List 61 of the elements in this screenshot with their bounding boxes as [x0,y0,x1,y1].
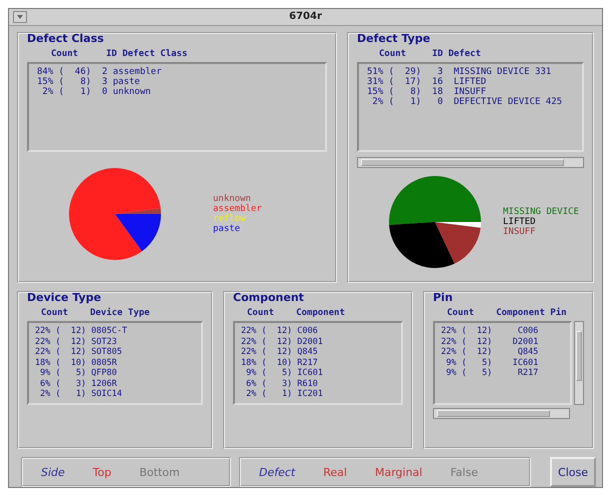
list-box[interactable]: 22% ( 12) C006 22% ( 12) D2001 22% ( 12) Q845 18% ( 10) R217 9% ( 5) IC601 6% ( 3) R610 2% ( 1) IC201 [233,321,403,406]
list-row[interactable]: 18% ( 10) 0805R [35,358,117,368]
panel-title: Pin [433,291,453,304]
list-row[interactable]: 22% ( 12) D2001 [241,336,323,348]
list-row[interactable]: 22% ( 12) Q845 [241,347,318,358]
column-header: Count [41,308,68,318]
list-row[interactable]: 9% ( 5) IC601 [441,358,538,368]
list-row[interactable]: 6% ( 3) 1206R [35,378,117,390]
list-row[interactable]: 22% ( 12) C006 [241,326,318,337]
list-row[interactable]: 22% ( 12) SOT23 [35,336,117,348]
column-header: Count [51,48,78,59]
window-title: 6704r [288,11,323,22]
panel-title: Defect Class [27,32,104,45]
panel-title: Defect Type [357,32,430,45]
list-row[interactable]: 9% ( 5) QFP80 [35,368,117,379]
list-box[interactable]: 22% ( 12) 0805C-T 22% ( 12) SOT23 22% ( 12) SOT805 18% ( 10) 0805R 9% ( 5) QFP80 6% ( 3) 1206R 2% ( 1) SOIC14 [27,321,203,406]
legend-label: assembler [213,204,262,214]
panel-title: Device Type [27,291,102,304]
list-row[interactable]: 22% ( 12) C006 [441,326,538,337]
list-row[interactable]: 22% ( 12) D2001 [441,336,538,348]
list-row[interactable]: 22% ( 12) Q845 [441,347,538,358]
filter-label: Defect [259,466,296,479]
list-row[interactable]: 9% ( 5) R217 [441,368,538,379]
window-menu-icon[interactable] [13,10,27,23]
column-header: Component [296,308,345,318]
legend-label: LIFTED [503,216,537,227]
list-row[interactable]: 31% ( 17) 16 LIFTED [367,76,486,87]
list-row[interactable]: 2% ( 1) SOIC14 [35,389,122,400]
column-header: Count [379,48,406,59]
column-header: Component Pin [496,308,567,318]
column-header: Count [447,308,474,318]
list-row[interactable]: 15% ( 8) 18 INSUFF [367,86,486,97]
legend-label: reflow [213,214,247,224]
list-row[interactable]: 2% ( 1) 0 DEFECTIVE DEVICE 425 [367,96,562,107]
list-row[interactable]: 22% ( 12) SOT805 [35,347,122,358]
horizontal-scrollbar[interactable] [357,156,584,168]
legend-label: INSUFF [503,226,537,237]
list-box[interactable]: 84% ( 46) 2 assembler 15% ( 8) 3 paste 2% ( 1) 0 unknown [27,62,327,152]
column-header: Device Type [90,308,150,318]
list-row[interactable]: 9% ( 5) IC601 [241,368,323,379]
column-header: ID Defect [432,48,481,59]
legend-label: unknown [213,194,252,204]
list-box[interactable]: 51% ( 29) 3 MISSING DEVICE 331 31% ( 17) 16 LIFTED 15% ( 8) 18 INSUFF 2% ( 1) 0 DEFECTIVE DEVICE 425 [357,62,584,152]
legend-label: MISSING DEVICE [503,206,579,217]
panel-title: Component [233,291,304,304]
list-row[interactable]: 2% ( 1) IC201 [241,389,323,400]
list-row[interactable]: 22% ( 12) 0805C-T [35,326,128,337]
horizontal-scrollbar[interactable] [433,408,570,420]
close-button[interactable]: Close [550,457,596,488]
legend-label: paste [213,224,242,234]
list-row[interactable]: 51% ( 29) 3 MISSING DEVICE 331 [367,66,552,77]
list-row[interactable]: 6% ( 3) R610 [241,378,318,390]
list-row[interactable]: 2% ( 1) 0 unknown [37,86,151,97]
filter-label: Side [41,466,65,479]
list-row[interactable]: 18% ( 10) R217 [241,358,318,368]
list-row[interactable]: 84% ( 46) 2 assembler [37,66,162,77]
column-header: ID Defect Class [106,48,188,59]
list-row[interactable]: 15% ( 8) 3 paste [37,76,140,87]
vertical-scrollbar[interactable] [574,321,584,406]
list-box[interactable]: 22% ( 12) C006 22% ( 12) D2001 22% ( 12) Q845 9% ( 5) IC601 9% ( 5) R217 [433,321,572,406]
column-header: Count [247,308,274,318]
